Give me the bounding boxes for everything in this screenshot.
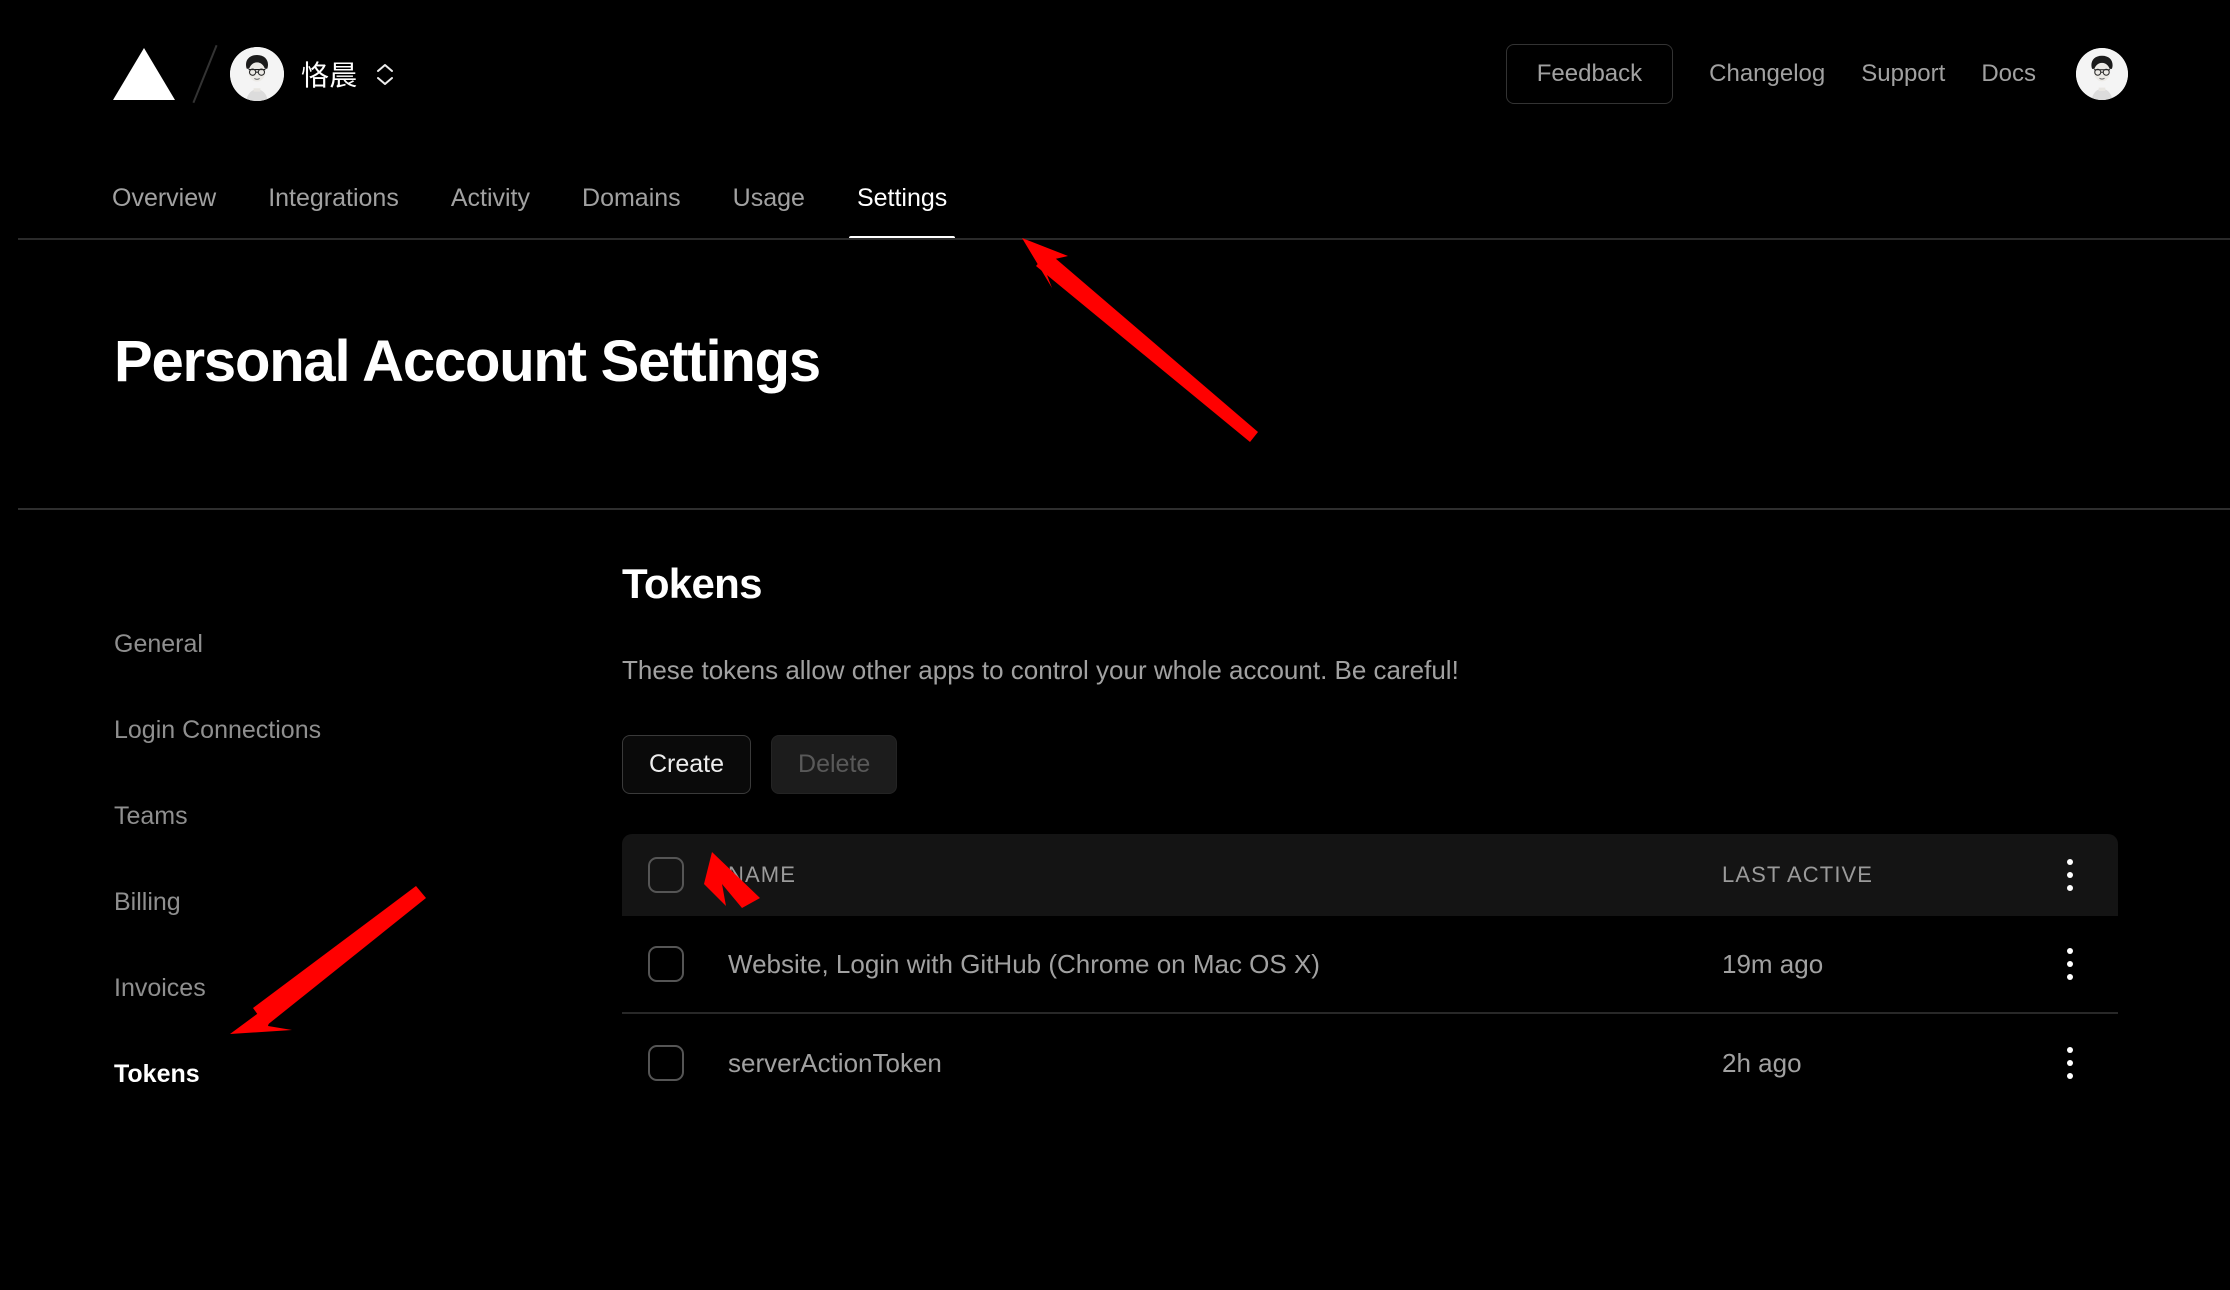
sidebar-item-billing[interactable]: Billing <box>114 888 534 917</box>
title-divider <box>18 508 2230 510</box>
top-header-bar: 恪晨 Feedback Changelog Support Docs <box>0 0 2230 148</box>
select-all-checkbox[interactable] <box>648 857 684 893</box>
tokens-description: These tokens allow other apps to control… <box>622 655 1459 685</box>
feedback-button[interactable]: Feedback <box>1505 44 1674 104</box>
user-avatar-button[interactable] <box>2076 48 2128 100</box>
tab-domains[interactable]: Domains <box>582 184 681 240</box>
sidebar-item-teams[interactable]: Teams <box>114 802 534 831</box>
more-vertical-icon <box>2067 1047 2073 1079</box>
changelog-link[interactable]: Changelog <box>1709 60 1825 88</box>
token-name: Website, Login with GitHub (Chrome on Ma… <box>728 948 1320 979</box>
more-vertical-icon <box>2067 859 2073 891</box>
column-header-name: NAME <box>728 862 796 887</box>
tokens-table: NAME LAST ACTIVE Website, Login with Git… <box>622 834 2118 1112</box>
docs-link[interactable]: Docs <box>1981 60 2036 88</box>
avatar <box>230 47 284 101</box>
page-title: Personal Account Settings <box>114 329 821 394</box>
more-vertical-icon <box>2067 948 2073 980</box>
delete-button[interactable]: Delete <box>771 735 898 794</box>
tab-overview[interactable]: Overview <box>112 184 216 240</box>
create-button[interactable]: Create <box>622 735 752 794</box>
row-menu-button[interactable] <box>2022 948 2118 980</box>
tokens-panel: Tokens These tokens allow other apps to … <box>622 560 2118 1112</box>
table-row[interactable]: serverActionToken 2h ago <box>622 1014 2118 1112</box>
tab-activity[interactable]: Activity <box>451 184 530 240</box>
table-header-menu-button[interactable] <box>2022 859 2118 891</box>
token-last-active: 19m ago <box>1722 948 1824 979</box>
token-last-active: 2h ago <box>1722 1047 1802 1078</box>
row-menu-button[interactable] <box>2022 1047 2118 1079</box>
settings-sidebar: General Login Connections Teams Billing … <box>114 630 534 1146</box>
support-link[interactable]: Support <box>1861 60 1945 88</box>
chevron-up-down-icon[interactable] <box>376 63 394 86</box>
tab-integrations[interactable]: Integrations <box>268 184 399 240</box>
account-name: 恪晨 <box>301 60 358 91</box>
tokens-heading: Tokens <box>622 560 762 607</box>
app-root: 恪晨 Feedback Changelog Support Docs Overv… <box>0 0 2230 1290</box>
table-header-row: NAME LAST ACTIVE <box>622 834 2118 916</box>
row-checkbox[interactable] <box>648 946 684 982</box>
tokens-actions: Create Delete <box>622 735 2118 794</box>
sidebar-item-tokens[interactable]: Tokens <box>114 1060 534 1089</box>
token-name: serverActionToken <box>728 1047 942 1078</box>
breadcrumb: 恪晨 <box>112 43 394 105</box>
sidebar-item-invoices[interactable]: Invoices <box>114 974 534 1003</box>
column-header-last-active: LAST ACTIVE <box>1722 862 1874 887</box>
row-checkbox[interactable] <box>648 1045 684 1081</box>
sidebar-item-general[interactable]: General <box>114 630 534 659</box>
sidebar-item-login-connections[interactable]: Login Connections <box>114 716 534 745</box>
header-actions: Feedback Changelog Support Docs <box>1505 0 2128 148</box>
tab-settings[interactable]: Settings <box>848 184 956 240</box>
table-row[interactable]: Website, Login with GitHub (Chrome on Ma… <box>622 916 2118 1014</box>
annotation-arrow-settings-tab <box>1022 238 1258 442</box>
nav-divider <box>18 238 2230 240</box>
vercel-triangle-logo-icon[interactable] <box>112 46 176 102</box>
primary-nav: Overview Integrations Activity Domains U… <box>0 148 2230 240</box>
tab-usage[interactable]: Usage <box>733 184 805 240</box>
breadcrumb-separator-icon <box>192 44 218 104</box>
